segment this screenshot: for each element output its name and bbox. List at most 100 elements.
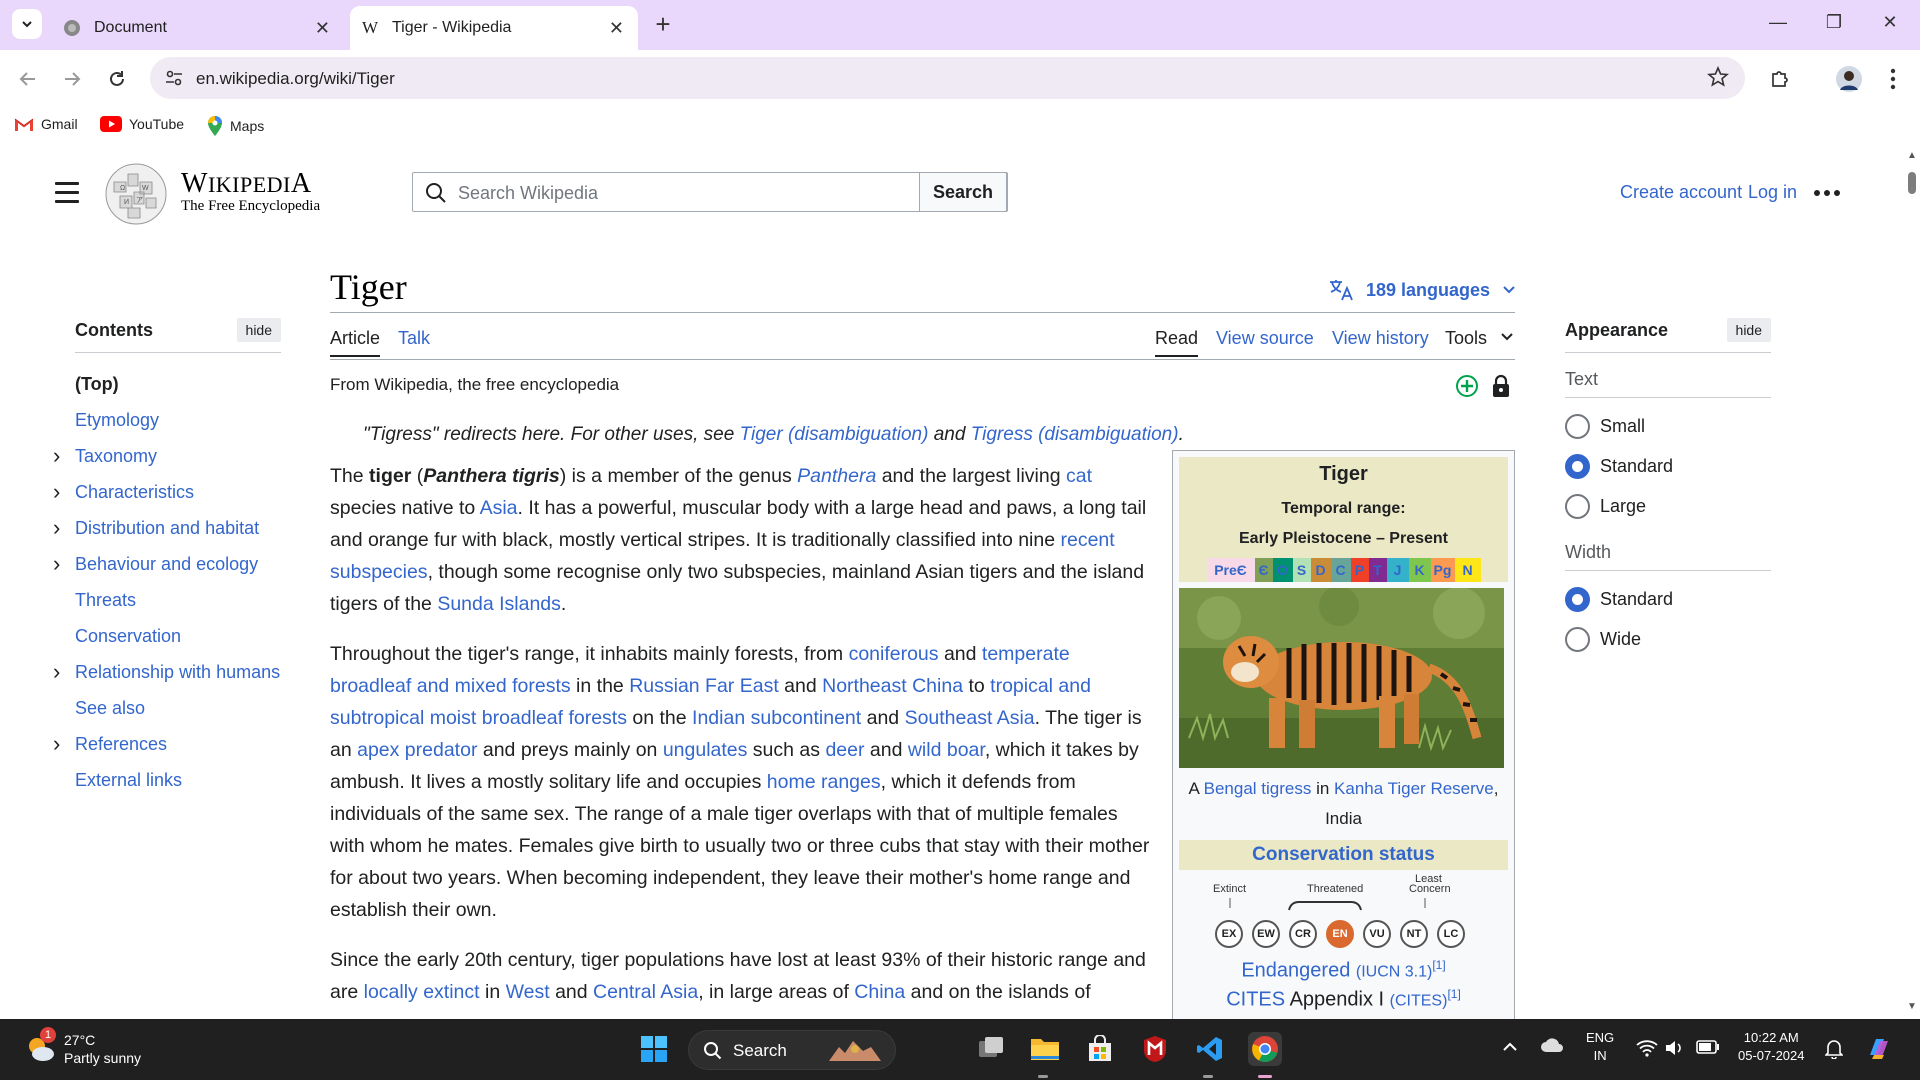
radio-button[interactable] — [1565, 453, 1590, 479]
main-menu-icon[interactable] — [55, 182, 79, 209]
back-button[interactable] — [13, 64, 43, 94]
chrome-taskbar-icon[interactable] — [1248, 1032, 1282, 1066]
link-kanha-tiger-reserve[interactable]: Kanha Tiger Reserve — [1334, 779, 1494, 798]
timescale-segment[interactable]: P — [1350, 558, 1369, 582]
new-tab-button[interactable]: + — [650, 10, 676, 38]
profile-avatar[interactable] — [1834, 64, 1864, 94]
search-button[interactable]: Search — [919, 172, 1007, 212]
iucn-status-nt[interactable]: NT — [1400, 920, 1428, 948]
tab-view-history[interactable]: View history — [1332, 328, 1429, 349]
clock[interactable]: 10:22 AM 05-07-2024 — [1738, 1029, 1805, 1065]
link-china[interactable]: China — [854, 981, 905, 1003]
create-account-link[interactable]: Create account — [1620, 182, 1742, 203]
toc-hide-button[interactable]: hide — [236, 318, 281, 342]
address-bar[interactable]: en.wikipedia.org/wiki/Tiger — [150, 57, 1745, 99]
scroll-down-icon[interactable]: ▼ — [1907, 1001, 1917, 1012]
toc-item[interactable]: › Relationship with humans — [53, 654, 281, 690]
disambiguation-link-tigress[interactable]: Tigress (disambiguation) — [971, 424, 1179, 445]
iucn-status-vu[interactable]: VU — [1363, 920, 1391, 948]
chevron-right-icon[interactable]: › — [53, 654, 60, 690]
taskbar-search[interactable]: Search — [688, 1030, 896, 1070]
tab-tiger-wikipedia[interactable]: W Tiger - Wikipedia ✕ — [350, 6, 638, 50]
timescale-segment[interactable]: N — [1454, 558, 1481, 582]
link-central-asia[interactable]: Central Asia — [593, 981, 698, 1003]
toc-item[interactable]: External links — [75, 762, 281, 798]
radio-button[interactable] — [1565, 626, 1590, 652]
toc-item[interactable]: See also — [75, 690, 281, 726]
timescale-segment[interactable]: T — [1368, 558, 1387, 582]
link-coniferous[interactable]: coniferous — [849, 643, 939, 665]
search-input[interactable]: Search Wikipedia Search — [412, 172, 1008, 212]
notification-bell-icon[interactable] — [1824, 1039, 1844, 1064]
close-tab-icon[interactable]: ✕ — [609, 18, 624, 39]
bookmark-maps[interactable]: Maps — [207, 116, 264, 136]
link-cat[interactable]: cat — [1066, 465, 1092, 487]
timescale-segment[interactable]: Pg — [1430, 558, 1455, 582]
toc-item[interactable]: › Characteristics — [53, 474, 281, 510]
more-options-icon[interactable] — [1814, 190, 1840, 196]
link-deer[interactable]: deer — [825, 739, 864, 761]
weather-widget[interactable]: 1 27°C Partly sunny — [24, 1027, 141, 1067]
link-sunda-islands[interactable]: Sunda Islands — [437, 593, 561, 615]
site-info-icon[interactable] — [164, 68, 184, 93]
close-window-icon[interactable]: ✕ — [1878, 12, 1902, 33]
mcafee-icon[interactable] — [1138, 1032, 1172, 1066]
toc-item[interactable]: Etymology — [75, 402, 281, 438]
width-option[interactable]: Wide — [1565, 619, 1771, 659]
wikipedia-globe-logo[interactable]: Ω W Иア — [104, 162, 168, 226]
timescale-segment[interactable]: Є — [1254, 558, 1273, 582]
onedrive-cloud-icon[interactable] — [1540, 1037, 1564, 1058]
toc-item[interactable]: › Behaviour and ecology — [53, 546, 281, 582]
chevron-right-icon[interactable]: › — [53, 510, 60, 546]
bookmark-star-icon[interactable] — [1707, 65, 1729, 93]
scroll-thumb[interactable] — [1908, 172, 1916, 194]
link-indian-subcontinent[interactable]: Indian subcontinent — [692, 707, 861, 729]
toc-item[interactable]: › References — [53, 726, 281, 762]
reload-button[interactable] — [102, 64, 132, 94]
iucn-status-cr[interactable]: CR — [1289, 920, 1317, 948]
link-wild-boar[interactable]: wild boar — [908, 739, 985, 761]
chevron-right-icon[interactable]: › — [53, 726, 60, 762]
toc-item[interactable]: › Taxonomy — [53, 438, 281, 474]
timescale-segment[interactable]: K — [1408, 558, 1431, 582]
disambiguation-link-tiger[interactable]: Tiger (disambiguation) — [740, 424, 929, 445]
battery-icon[interactable] — [1696, 1040, 1720, 1059]
bookmark-youtube[interactable]: YouTube — [100, 116, 184, 132]
link-southeast-asia[interactable]: Southeast Asia — [905, 707, 1035, 729]
width-option[interactable]: Standard — [1565, 579, 1771, 619]
link-iucn[interactable]: (IUCN 3.1) — [1356, 964, 1432, 981]
timescale-segment[interactable]: D — [1310, 558, 1331, 582]
link-panthera[interactable]: Panthera — [797, 465, 876, 487]
timescale-segment[interactable]: C — [1330, 558, 1351, 582]
toc-item[interactable]: › Distribution and habitat — [53, 510, 281, 546]
task-view-icon[interactable] — [974, 1032, 1008, 1066]
bookmark-gmail[interactable]: Gmail — [14, 116, 78, 132]
protection-lock-icon[interactable] — [1490, 374, 1512, 403]
toc-item[interactable]: (Top) — [75, 366, 281, 402]
toc-item[interactable]: Conservation — [75, 618, 281, 654]
start-windows-icon[interactable] — [637, 1032, 671, 1066]
tools-menu[interactable]: Tools — [1445, 328, 1514, 349]
tab-search-button[interactable] — [12, 9, 42, 39]
link-home-ranges[interactable]: home ranges — [767, 771, 881, 793]
link-cites[interactable]: CITES — [1226, 988, 1285, 1010]
iucn-status-ew[interactable]: EW — [1252, 920, 1280, 948]
login-link[interactable]: Log in — [1748, 182, 1797, 203]
link-russian-far-east[interactable]: Russian Far East — [629, 675, 779, 697]
tab-article[interactable]: Article — [330, 328, 381, 357]
language-button[interactable]: 189 languages — [1328, 278, 1516, 302]
good-article-plus-icon[interactable] — [1455, 374, 1479, 403]
extensions-button[interactable] — [1765, 64, 1795, 94]
link-northeast-china[interactable]: Northeast China — [822, 675, 963, 697]
tab-view-source[interactable]: View source — [1216, 328, 1314, 349]
appearance-hide-button[interactable]: hide — [1726, 318, 1771, 342]
forward-button[interactable] — [57, 64, 87, 94]
input-language[interactable]: ENG IN — [1586, 1029, 1614, 1065]
link-bengal-tigress[interactable]: Bengal tigress — [1204, 779, 1312, 798]
link-locally-extinct[interactable]: locally extinct — [364, 981, 480, 1003]
timescale-segment[interactable]: J — [1386, 558, 1409, 582]
link-cites-paren[interactable]: (CITES) — [1390, 992, 1448, 1009]
link-asia[interactable]: Asia — [480, 497, 518, 519]
scroll-up-icon[interactable]: ▲ — [1907, 150, 1917, 161]
link-endangered[interactable]: Endangered — [1241, 960, 1350, 982]
